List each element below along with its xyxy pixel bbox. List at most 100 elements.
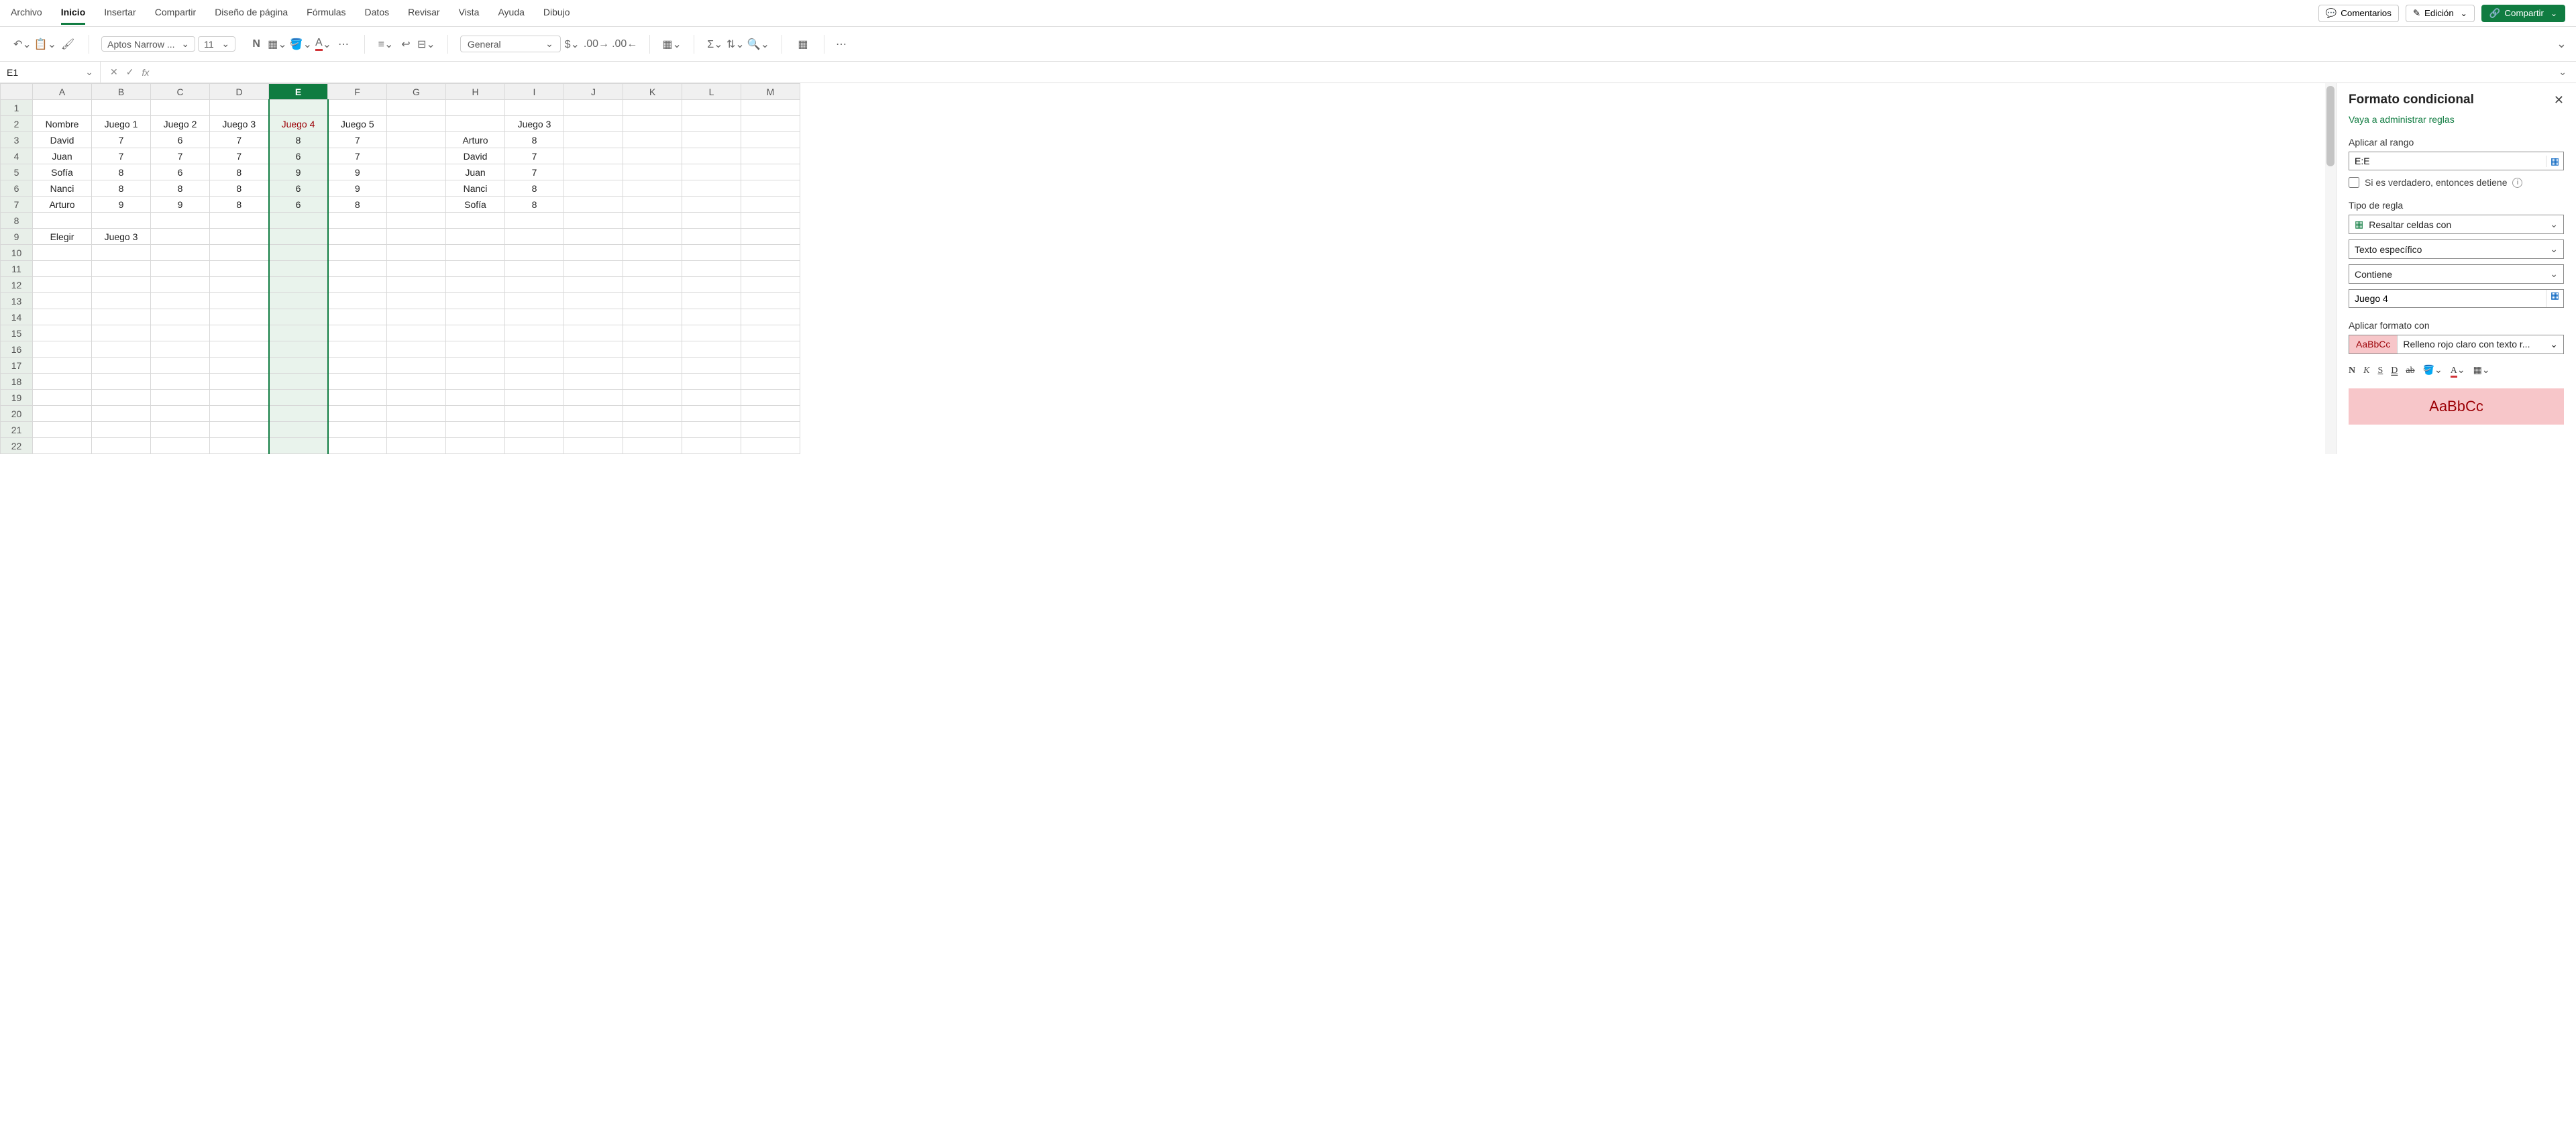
cell-J6[interactable] [564,180,623,197]
cell-E2[interactable]: Juego 4 [269,116,328,132]
font-color-button[interactable]: A⌄ [315,35,332,54]
cell-K19[interactable] [623,390,682,406]
cell-J8[interactable] [564,213,623,229]
column-header-K[interactable]: K [623,84,682,100]
cell-D3[interactable]: 7 [210,132,269,148]
cell-K21[interactable] [623,422,682,438]
cell-H2[interactable] [446,116,505,132]
column-header-M[interactable]: M [741,84,800,100]
cell-B17[interactable] [92,358,151,374]
column-header-L[interactable]: L [682,84,741,100]
align-button[interactable]: ≡⌄ [377,35,394,54]
cell-B16[interactable] [92,341,151,358]
cell-E8[interactable] [269,213,328,229]
cell-L8[interactable] [682,213,741,229]
merge-button[interactable]: ⊟⌄ [417,35,435,54]
cell-F22[interactable] [328,438,387,454]
cell-E21[interactable] [269,422,328,438]
bold-button[interactable]: N [248,35,265,54]
cell-G22[interactable] [387,438,446,454]
row-header-17[interactable]: 17 [1,358,33,374]
cell-H16[interactable] [446,341,505,358]
column-header-I[interactable]: I [505,84,564,100]
cell-I13[interactable] [505,293,564,309]
cell-I12[interactable] [505,277,564,293]
column-header-J[interactable]: J [564,84,623,100]
cell-B14[interactable] [92,309,151,325]
cell-B9[interactable]: Juego 3 [92,229,151,245]
cell-G14[interactable] [387,309,446,325]
column-header-C[interactable]: C [151,84,210,100]
cell-G19[interactable] [387,390,446,406]
confirm-formula-icon[interactable]: ✓ [126,66,134,78]
menu-item-insertar[interactable]: Insertar [104,1,136,25]
cell-C15[interactable] [151,325,210,341]
strike-tool[interactable]: ab [2406,366,2414,376]
cell-C12[interactable] [151,277,210,293]
cell-B21[interactable] [92,422,151,438]
cell-H7[interactable]: Sofía [446,197,505,213]
cell-E11[interactable] [269,261,328,277]
cell-M8[interactable] [741,213,800,229]
cell-L1[interactable] [682,100,741,116]
menu-item-diseño-de-página[interactable]: Diseño de página [215,1,288,25]
cell-J4[interactable] [564,148,623,164]
borders-tool[interactable]: ▦⌄ [2473,365,2490,376]
spreadsheet-area[interactable]: ABCDEFGHIJKLM12NombreJuego 1Juego 2Juego… [0,83,2336,454]
name-box[interactable]: E1⌄ [0,62,101,83]
cell-J2[interactable] [564,116,623,132]
cell-I2[interactable]: Juego 3 [505,116,564,132]
cell-E18[interactable] [269,374,328,390]
cell-K2[interactable] [623,116,682,132]
cell-J10[interactable] [564,245,623,261]
column-header-H[interactable]: H [446,84,505,100]
cell-E14[interactable] [269,309,328,325]
cell-C2[interactable]: Juego 2 [151,116,210,132]
cell-J14[interactable] [564,309,623,325]
bold-tool[interactable]: N [2349,366,2355,376]
currency-button[interactable]: $⌄ [564,35,581,54]
cell-H22[interactable] [446,438,505,454]
row-header-22[interactable]: 22 [1,438,33,454]
cell-B2[interactable]: Juego 1 [92,116,151,132]
cell-B13[interactable] [92,293,151,309]
cell-H13[interactable] [446,293,505,309]
cell-I5[interactable]: 7 [505,164,564,180]
column-header-D[interactable]: D [210,84,269,100]
rule-type-select[interactable]: ▦ Resaltar celdas con ⌄ [2349,215,2564,234]
cell-G12[interactable] [387,277,446,293]
cell-I6[interactable]: 8 [505,180,564,197]
cell-F1[interactable] [328,100,387,116]
cell-F2[interactable]: Juego 5 [328,116,387,132]
cell-M9[interactable] [741,229,800,245]
cell-I9[interactable] [505,229,564,245]
addins-button[interactable]: ▦ [794,35,812,54]
cell-L13[interactable] [682,293,741,309]
cell-F13[interactable] [328,293,387,309]
column-header-F[interactable]: F [328,84,387,100]
cell-I14[interactable] [505,309,564,325]
row-header-3[interactable]: 3 [1,132,33,148]
cell-I17[interactable] [505,358,564,374]
vertical-scrollbar[interactable] [2325,83,2336,454]
cell-L2[interactable] [682,116,741,132]
cell-B1[interactable] [92,100,151,116]
cell-E5[interactable]: 9 [269,164,328,180]
cell-M6[interactable] [741,180,800,197]
cell-D20[interactable] [210,406,269,422]
menu-item-ayuda[interactable]: Ayuda [498,1,524,25]
cell-I4[interactable]: 7 [505,148,564,164]
row-header-10[interactable]: 10 [1,245,33,261]
column-header-A[interactable]: A [33,84,92,100]
double-underline-tool[interactable]: D [2391,366,2398,376]
cell-M19[interactable] [741,390,800,406]
cell-A20[interactable] [33,406,92,422]
cell-M7[interactable] [741,197,800,213]
cell-M10[interactable] [741,245,800,261]
row-header-21[interactable]: 21 [1,422,33,438]
cell-F19[interactable] [328,390,387,406]
cell-H4[interactable]: David [446,148,505,164]
row-header-12[interactable]: 12 [1,277,33,293]
sort-filter-button[interactable]: ⇅⌄ [727,35,745,54]
italic-tool[interactable]: K [2363,366,2369,376]
